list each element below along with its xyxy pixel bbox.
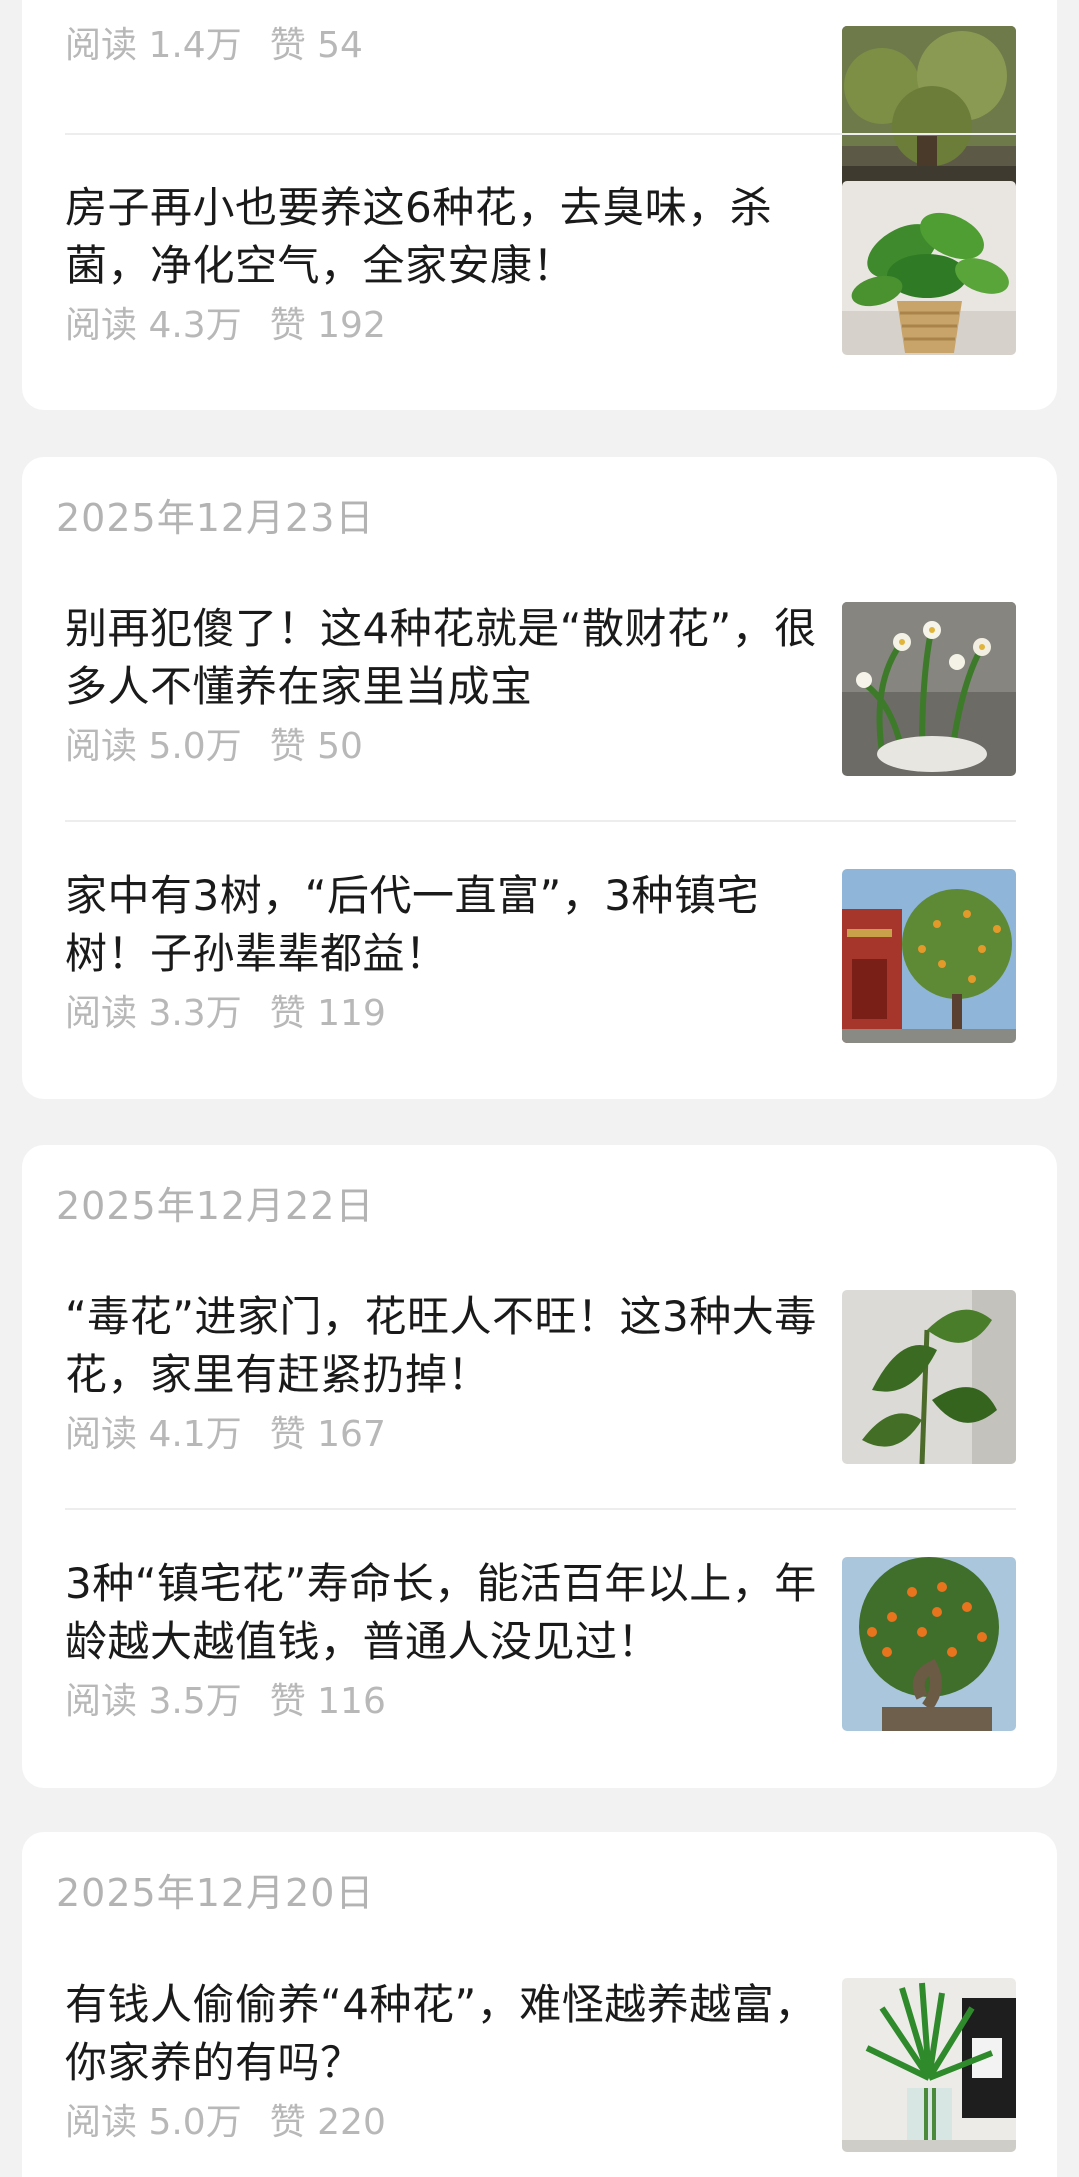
- article-thumbnail: [842, 602, 1016, 776]
- article-title: 房子再小也要养这6种花，去臭味，杀菌，净化空气，全家安康！: [65, 183, 773, 290]
- like-count: 赞 220: [269, 2102, 386, 2143]
- article-item[interactable]: 房子再小也要养这6种花，去臭味，杀菌，净化空气，全家安康！ 阅读 4.3万赞 1…: [22, 181, 1057, 357]
- article-stats: 阅读 1.4万赞 54: [65, 26, 363, 66]
- article-item[interactable]: 家中有3树，“后代一直富”，3种镇宅树！子孙辈辈都益！ 阅读 3.3万赞 119: [22, 869, 1057, 1045]
- article-title: “毒花”进家门，花旺人不旺！这3种大毒花，家里有赶紧扔掉！: [65, 1292, 817, 1399]
- article-item[interactable]: 阅读 1.4万赞 54: [22, 26, 1057, 202]
- read-count: 阅读 3.3万: [65, 993, 242, 1034]
- read-count: 阅读 5.0万: [65, 2102, 242, 2143]
- read-count: 阅读 4.3万: [65, 305, 242, 346]
- like-count: 赞 192: [269, 305, 386, 346]
- divider: [65, 1508, 1016, 1510]
- like-count: 赞 54: [269, 25, 363, 66]
- article-thumbnail: [842, 26, 1016, 200]
- article-title: 有钱人偷偷养“4种花”，难怪越养越富，你家养的有吗？: [65, 1980, 817, 2087]
- read-count: 阅读 1.4万: [65, 25, 242, 66]
- like-count: 赞 119: [269, 993, 386, 1034]
- date-header: 2025年12月20日: [56, 1871, 375, 1915]
- article-item[interactable]: 别再犯傻了！这4种花就是“散财花”，很多人不懂养在家里当成宝 阅读 5.0万赞 …: [22, 602, 1057, 778]
- article-item[interactable]: “毒花”进家门，花旺人不旺！这3种大毒花，家里有赶紧扔掉！ 阅读 4.1万赞 1…: [22, 1290, 1057, 1466]
- article-stats: 阅读 4.3万赞 192: [65, 306, 386, 346]
- article-item[interactable]: 3种“镇宅花”寿命长，能活百年以上，年龄越大越值钱，普通人没见过！ 阅读 3.5…: [22, 1557, 1057, 1733]
- article-item[interactable]: 有钱人偷偷养“4种花”，难怪越养越富，你家养的有吗？ 阅读 5.0万赞 220: [22, 1978, 1057, 2154]
- article-thumbnail: [842, 869, 1016, 1043]
- date-header: 2025年12月23日: [56, 496, 375, 540]
- article-stats: 阅读 3.3万赞 119: [65, 994, 386, 1034]
- like-count: 赞 116: [269, 1681, 386, 1722]
- article-title: 3种“镇宅花”寿命长，能活百年以上，年龄越大越值钱，普通人没见过！: [65, 1559, 817, 1666]
- divider: [65, 133, 1016, 135]
- article-stats: 阅读 5.0万赞 50: [65, 727, 363, 767]
- like-count: 赞 50: [269, 726, 363, 767]
- article-feed: 阅读 1.4万赞 54 房子再小也要养这6种花，去臭味，杀菌，净化空气，全家安康…: [0, 0, 1079, 2177]
- read-count: 阅读 3.5万: [65, 1681, 242, 1722]
- read-count: 阅读 5.0万: [65, 726, 242, 767]
- article-thumbnail: [842, 1557, 1016, 1731]
- like-count: 赞 167: [269, 1414, 386, 1455]
- date-header: 2025年12月22日: [56, 1184, 375, 1228]
- read-count: 阅读 4.1万: [65, 1414, 242, 1455]
- article-stats: 阅读 3.5万赞 116: [65, 1682, 386, 1722]
- date-group-card: 阅读 1.4万赞 54 房子再小也要养这6种花，去臭味，杀菌，净化空气，全家安康…: [22, 0, 1057, 410]
- article-title: 别再犯傻了！这4种花就是“散财花”，很多人不懂养在家里当成宝: [65, 604, 817, 711]
- article-thumbnail: [842, 1978, 1016, 2152]
- date-group-card: 2025年12月20日 有钱人偷偷养“4种花”，难怪越养越富，你家养的有吗？ 阅…: [22, 1832, 1057, 2177]
- date-group-card: 2025年12月22日 “毒花”进家门，花旺人不旺！这3种大毒花，家里有赶紧扔掉…: [22, 1145, 1057, 1788]
- article-stats: 阅读 4.1万赞 167: [65, 1415, 386, 1455]
- article-thumbnail: [842, 1290, 1016, 1464]
- article-title: 家中有3树，“后代一直富”，3种镇宅树！子孙辈辈都益！: [65, 871, 759, 978]
- date-group-card: 2025年12月23日 别再犯傻了！这4种花就是“散财花”，很多人不懂养在家里当…: [22, 457, 1057, 1099]
- article-thumbnail: [842, 181, 1016, 355]
- divider: [65, 820, 1016, 822]
- article-stats: 阅读 5.0万赞 220: [65, 2103, 386, 2143]
